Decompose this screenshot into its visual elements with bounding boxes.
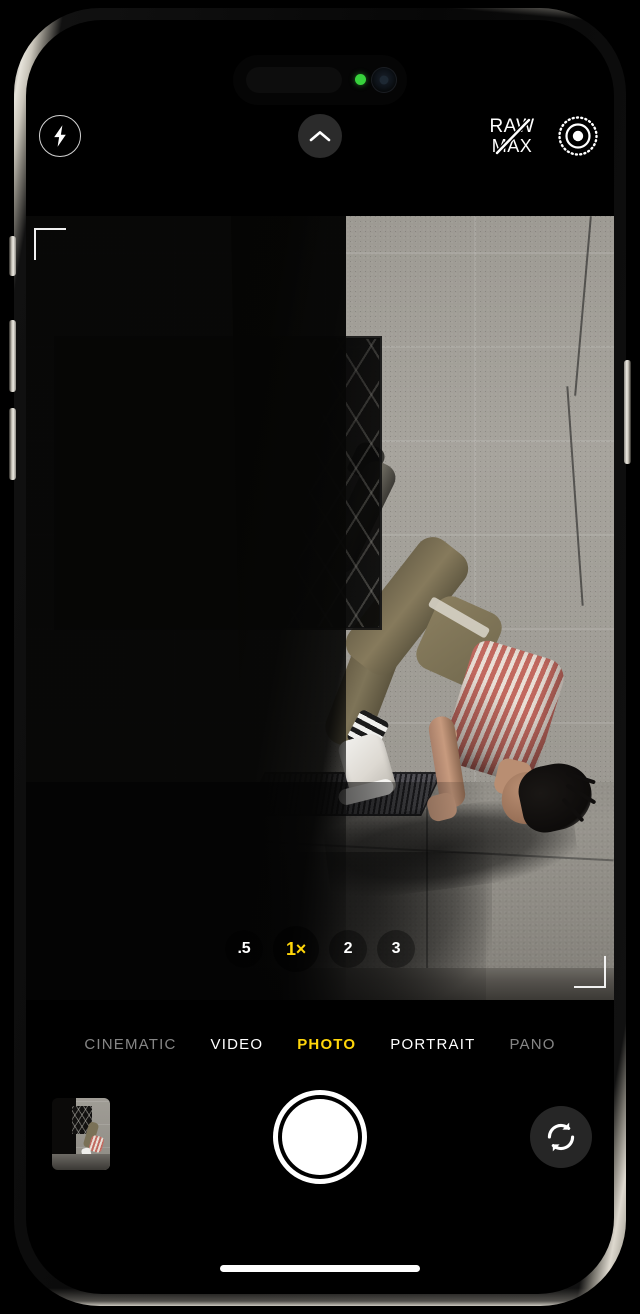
camera-flip-button[interactable]: [530, 1106, 592, 1168]
zoom-option-3x[interactable]: 3: [377, 930, 415, 968]
flash-icon: [54, 125, 66, 147]
camera-top-controls: RAW MAX: [26, 106, 614, 176]
volume-down-button[interactable]: [9, 408, 16, 480]
raw-label: RAW: [489, 116, 535, 137]
zoom-selector: .5 1× 2 3: [225, 926, 415, 972]
viewfinder-scene: [26, 216, 614, 1000]
expand-controls-button[interactable]: [298, 114, 342, 158]
framing-corner-bottom-right: [574, 956, 606, 988]
zoom-option-0.5x[interactable]: .5: [225, 930, 263, 968]
camera-viewfinder[interactable]: .5 1× 2 3: [26, 216, 614, 1000]
zoom-option-2x[interactable]: 2: [329, 930, 367, 968]
home-indicator[interactable]: [220, 1265, 420, 1272]
raw-max-button[interactable]: RAW MAX: [486, 112, 538, 160]
thumbnail-ground: [52, 1154, 110, 1170]
photographic-styles-button[interactable]: [556, 114, 600, 158]
dynamic-island-pill: [246, 67, 342, 93]
mode-cinematic[interactable]: CINEMATIC: [84, 1036, 176, 1053]
power-button[interactable]: [624, 360, 631, 464]
zoom-option-1x[interactable]: 1×: [273, 926, 319, 972]
camera-bottom-controls: [26, 1078, 614, 1238]
framing-corner-top-left: [34, 228, 66, 260]
max-label: MAX: [491, 136, 533, 156]
volume-up-button[interactable]: [9, 320, 16, 392]
mode-pano[interactable]: PANO: [509, 1036, 555, 1053]
mode-video[interactable]: VIDEO: [211, 1036, 264, 1053]
mode-portrait[interactable]: PORTRAIT: [390, 1036, 475, 1053]
phone-screen: RAW MAX .5 1× 2 3 CINEMATIC VIDEO PHOTO …: [26, 20, 614, 1294]
screenshot-root: RAW MAX .5 1× 2 3 CINEMATIC VIDEO PHOTO …: [0, 0, 640, 1314]
chevron-up-icon: [309, 131, 331, 142]
photographic-styles-icon: [558, 116, 598, 156]
shutter-button[interactable]: [273, 1090, 367, 1184]
shutter-button-inner: [282, 1099, 358, 1175]
front-camera-lens: [371, 67, 397, 93]
mode-photo[interactable]: PHOTO: [297, 1036, 356, 1053]
dynamic-island[interactable]: [233, 55, 407, 105]
camera-flip-icon: [547, 1122, 575, 1152]
camera-in-use-indicator: [355, 74, 366, 85]
photo-library-thumbnail[interactable]: [52, 1098, 110, 1170]
action-button[interactable]: [9, 236, 16, 276]
flash-button[interactable]: [39, 115, 81, 157]
camera-mode-selector: CINEMATIC VIDEO PHOTO PORTRAIT PANO: [26, 1016, 614, 1072]
